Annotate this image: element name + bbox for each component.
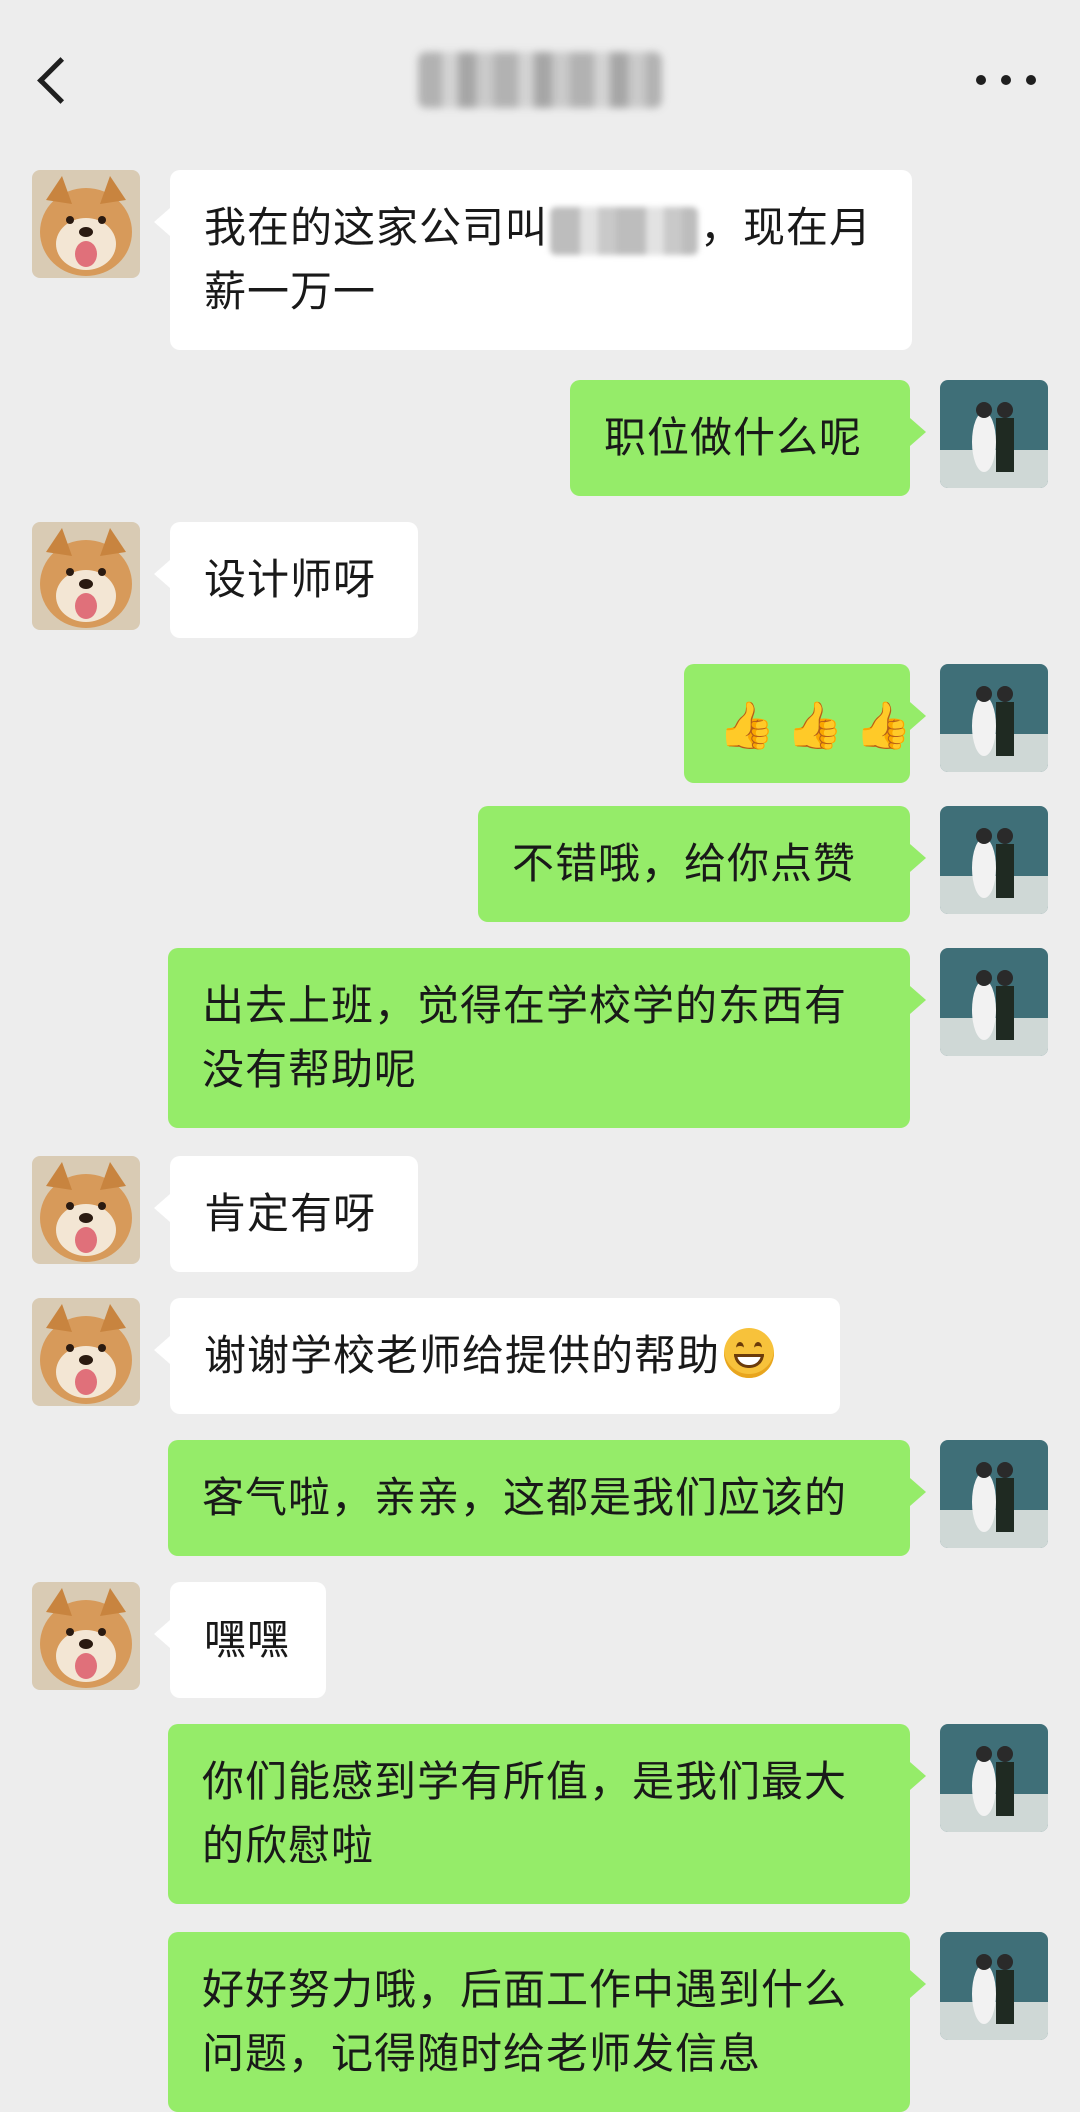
redacted-company-name bbox=[550, 206, 699, 255]
outgoing-message-bubble[interactable]: 客气啦，亲亲，这都是我们应该的 bbox=[168, 1440, 926, 1556]
outgoing-message-bubble[interactable]: 职位做什么呢 bbox=[570, 380, 926, 496]
outgoing-message-bubble[interactable]: 不错哦，给你点赞 bbox=[478, 806, 926, 922]
contact-avatar[interactable] bbox=[32, 1582, 140, 1690]
message-text: 好好努力哦，后面工作中遇到什么问题，记得随时给老师发信息 bbox=[202, 1965, 848, 2078]
thumbs-up-icon: 👍 bbox=[786, 697, 845, 752]
message-text: 设计师呀 bbox=[204, 555, 377, 604]
contact-avatar[interactable] bbox=[32, 522, 140, 630]
message-text: 出去上班，觉得在学校学的东西有没有帮助呢 bbox=[202, 981, 848, 1094]
outgoing-message-bubble[interactable]: 出去上班，觉得在学校学的东西有没有帮助呢 bbox=[168, 948, 926, 1128]
message-text: 客气啦，亲亲，这都是我们应该的 bbox=[202, 1473, 848, 1522]
more-dots-icon[interactable] bbox=[976, 70, 1036, 90]
message-text: 谢谢学校老师给提供的帮助 bbox=[204, 1331, 721, 1380]
message-text: 嘿嘿 bbox=[204, 1615, 291, 1664]
message-text: 职位做什么呢 bbox=[604, 413, 863, 462]
contact-avatar[interactable] bbox=[32, 1298, 140, 1406]
user-avatar[interactable] bbox=[940, 1724, 1048, 1832]
user-avatar[interactable] bbox=[940, 380, 1048, 488]
message-text: 不错哦，给你点赞 bbox=[512, 839, 857, 888]
contact-avatar[interactable] bbox=[32, 170, 140, 278]
outgoing-message-bubble[interactable]: 你们能感到学有所值，是我们最大的欣慰啦 bbox=[168, 1724, 926, 1904]
chat-header bbox=[0, 0, 1080, 160]
user-avatar[interactable] bbox=[940, 1440, 1048, 1548]
incoming-message-bubble[interactable]: 肯定有呀 bbox=[154, 1156, 418, 1272]
incoming-message-bubble[interactable]: 设计师呀 bbox=[154, 522, 418, 638]
contact-name-redacted bbox=[418, 52, 662, 108]
chevron-left-icon[interactable] bbox=[37, 57, 84, 104]
incoming-message-bubble[interactable]: 谢谢学校老师给提供的帮助 bbox=[154, 1298, 840, 1414]
grin-emoji-icon bbox=[724, 1328, 775, 1378]
incoming-message-bubble[interactable]: 我在的这家公司叫 ，现在月薪一万一 bbox=[154, 170, 912, 350]
thumbs-up-icon: 👍 bbox=[854, 697, 913, 752]
message-text: 我在的这家公司叫 bbox=[204, 203, 549, 252]
contact-avatar[interactable] bbox=[32, 1156, 140, 1264]
user-avatar[interactable] bbox=[940, 664, 1048, 772]
outgoing-message-bubble[interactable]: 好好努力哦，后面工作中遇到什么问题，记得随时给老师发信息 bbox=[168, 1932, 926, 2112]
user-avatar[interactable] bbox=[940, 1932, 1048, 2040]
message-text: 肯定有呀 bbox=[204, 1189, 377, 1238]
user-avatar[interactable] bbox=[940, 806, 1048, 914]
thumbs-up-emoji: 👍 👍 👍 bbox=[718, 693, 913, 757]
thumbs-up-icon: 👍 bbox=[718, 697, 777, 752]
incoming-message-bubble[interactable]: 嘿嘿 bbox=[154, 1582, 326, 1698]
outgoing-message-bubble[interactable]: 👍 👍 👍 bbox=[684, 664, 926, 783]
message-text: 你们能感到学有所值，是我们最大的欣慰啦 bbox=[202, 1757, 848, 1870]
user-avatar[interactable] bbox=[940, 948, 1048, 1056]
